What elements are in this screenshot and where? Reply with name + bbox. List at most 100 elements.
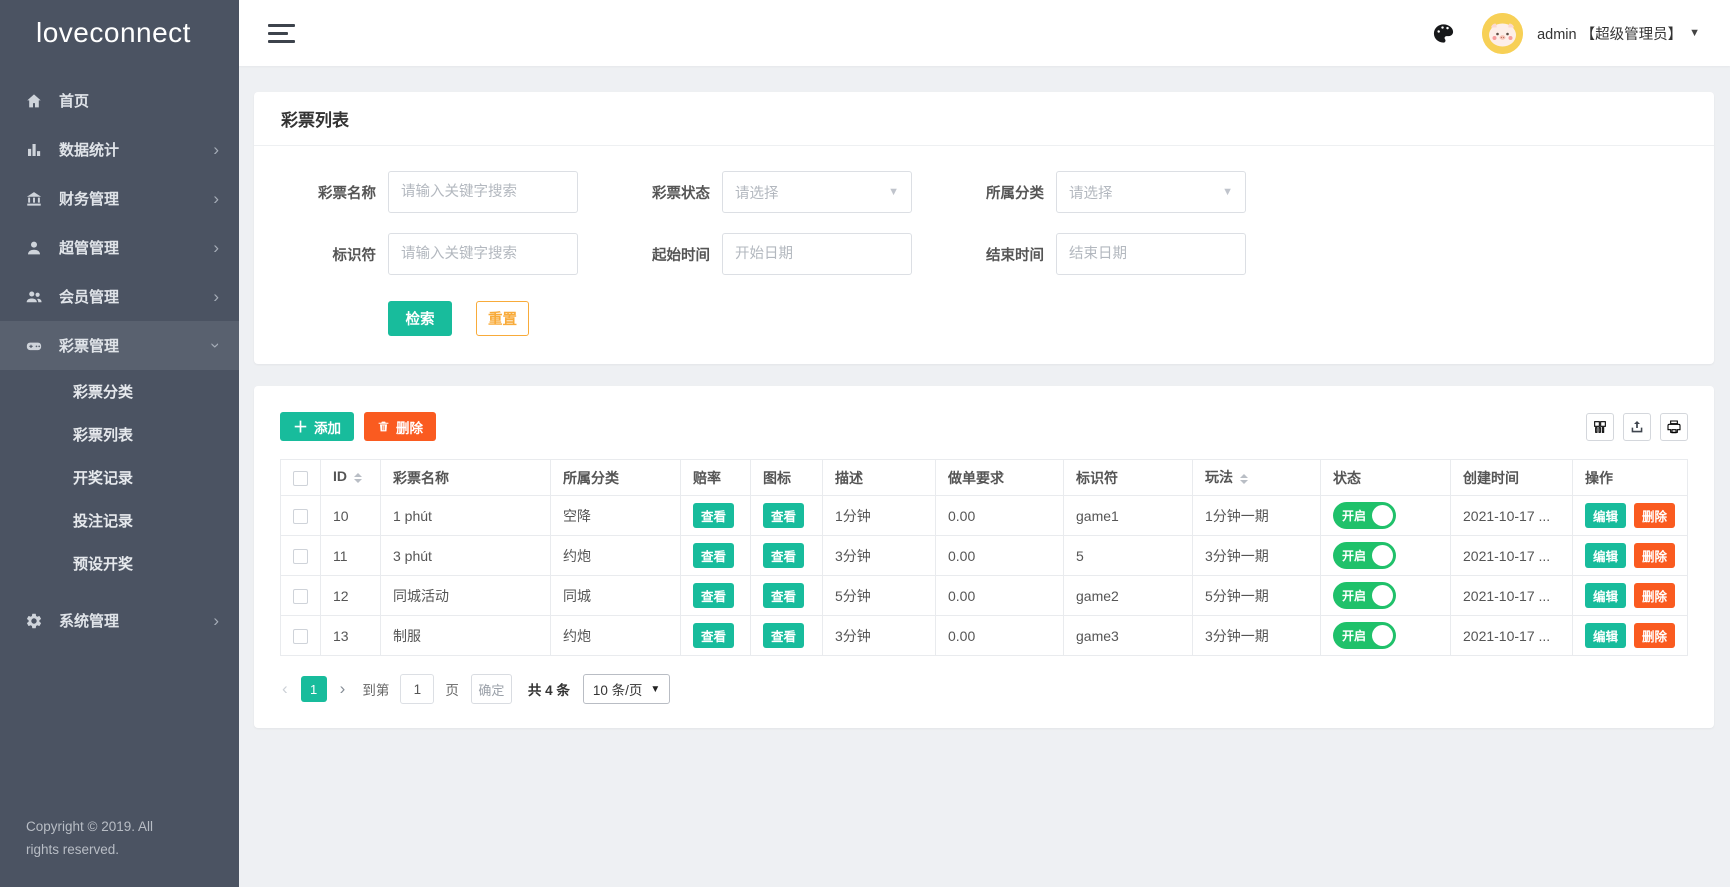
cell-play: 3分钟一期 (1193, 616, 1321, 656)
row-checkbox[interactable] (293, 509, 308, 524)
confirm-page-button[interactable]: 确定 (471, 674, 512, 704)
chevron-down-icon: › (208, 343, 225, 349)
end-date-input[interactable] (1056, 233, 1246, 275)
row-delete-button[interactable]: 删除 (1634, 543, 1675, 568)
cell-demand: 0.00 (936, 576, 1064, 616)
plus-icon: ＋ (293, 416, 308, 437)
reset-button[interactable]: 重置 (476, 301, 529, 336)
chevron-right-icon: › (213, 612, 219, 629)
add-button[interactable]: ＋ 添加 (280, 412, 354, 441)
row-delete-button[interactable]: 删除 (1634, 583, 1675, 608)
sidebar-item-superadmin[interactable]: 超管管理 › (0, 223, 239, 272)
edit-button[interactable]: 编辑 (1585, 543, 1626, 568)
menu-toggle-icon[interactable] (268, 24, 296, 43)
main-area: admin 【超级管理员】 ▼ 彩票列表 彩票名称 彩票状态 请选择 (239, 0, 1730, 887)
total-count-label: 共 4 条 (528, 679, 570, 699)
lottery-status-select[interactable]: 请选择 ▼ (722, 171, 912, 213)
per-page-select[interactable]: 10 条/页 ▼ (583, 674, 670, 704)
col-id[interactable]: ID (321, 460, 381, 496)
trash-icon (377, 420, 390, 433)
delete-button[interactable]: 删除 (364, 412, 436, 441)
user-icon (24, 238, 44, 258)
lottery-table: ID 彩票名称 所属分类 赔率 图标 描述 做单要求 标识符 玩法 状态 创建时… (280, 459, 1688, 656)
next-page-icon[interactable]: › (340, 679, 346, 699)
cell-id: 10 (321, 496, 381, 536)
cell-name: 同城活动 (381, 576, 551, 616)
sidebar-item-lottery[interactable]: 彩票管理 › (0, 321, 239, 370)
user-avatar[interactable] (1482, 13, 1523, 54)
cell-category: 空降 (551, 496, 681, 536)
gear-icon (24, 611, 44, 631)
chevron-right-icon: › (213, 190, 219, 207)
start-date-input[interactable] (722, 233, 912, 275)
table-header-row: ID 彩票名称 所属分类 赔率 图标 描述 做单要求 标识符 玩法 状态 创建时… (281, 460, 1688, 496)
sidebar-item-statistics[interactable]: 数据统计 › (0, 125, 239, 174)
cell-desc: 3分钟 (823, 536, 936, 576)
toggle-columns-button[interactable] (1586, 413, 1614, 441)
edit-button[interactable]: 编辑 (1585, 503, 1626, 528)
search-button[interactable]: 检索 (388, 301, 452, 336)
view-odds-button[interactable]: 查看 (693, 583, 734, 608)
category-select[interactable]: 请选择 ▼ (1056, 171, 1246, 213)
sidebar-item-label: 彩票管理 (59, 335, 119, 356)
cell-created: 2021-10-17 ... (1451, 576, 1573, 616)
users-icon (24, 287, 44, 307)
status-toggle[interactable]: 开启 (1333, 542, 1396, 569)
status-toggle[interactable]: 开启 (1333, 502, 1396, 529)
lottery-name-input[interactable] (388, 171, 578, 213)
sidebar-item-finance[interactable]: 财务管理 › (0, 174, 239, 223)
submenu-item-draw-records[interactable]: 开奖记录 (0, 456, 239, 499)
row-checkbox[interactable] (293, 589, 308, 604)
view-odds-button[interactable]: 查看 (693, 543, 734, 568)
status-toggle[interactable]: 开启 (1333, 622, 1396, 649)
view-icon-button[interactable]: 查看 (763, 623, 804, 648)
filter-card: 彩票列表 彩票名称 彩票状态 请选择 ▼ (254, 92, 1714, 364)
submenu-item-lottery-list[interactable]: 彩票列表 (0, 413, 239, 456)
view-odds-button[interactable]: 查看 (693, 623, 734, 648)
sidebar-item-home[interactable]: 首页 (0, 76, 239, 125)
goto-label: 到第 (362, 679, 389, 699)
table-row: 13 制服 约炮 查看 查看 3分钟 0.00 game3 3分钟一期 开启 2… (281, 616, 1688, 656)
table-row: 12 同城活动 同城 查看 查看 5分钟 0.00 game2 5分钟一期 开启… (281, 576, 1688, 616)
edit-button[interactable]: 编辑 (1585, 583, 1626, 608)
sidebar-item-members[interactable]: 会员管理 › (0, 272, 239, 321)
theme-palette-icon[interactable] (1430, 20, 1456, 46)
page-number-input[interactable] (400, 674, 434, 704)
view-icon-button[interactable]: 查看 (763, 543, 804, 568)
col-identifier: 标识符 (1064, 460, 1193, 496)
export-button[interactable] (1623, 413, 1651, 441)
export-icon (1629, 419, 1645, 435)
cell-category: 约炮 (551, 616, 681, 656)
user-menu[interactable]: admin 【超级管理员】 (1537, 23, 1682, 44)
status-toggle[interactable]: 开启 (1333, 582, 1396, 609)
submenu-item-bet-records[interactable]: 投注记录 (0, 499, 239, 542)
row-delete-button[interactable]: 删除 (1634, 503, 1675, 528)
row-checkbox[interactable] (293, 549, 308, 564)
submenu-item-preset-draw[interactable]: 预设开奖 (0, 542, 239, 585)
col-play[interactable]: 玩法 (1193, 460, 1321, 496)
view-icon-button[interactable]: 查看 (763, 503, 804, 528)
row-delete-button[interactable]: 删除 (1634, 623, 1675, 648)
cell-play: 5分钟一期 (1193, 576, 1321, 616)
sidebar-item-system[interactable]: 系统管理 › (0, 596, 239, 645)
table-toolbar: ＋ 添加 删除 (280, 412, 1688, 441)
cell-demand: 0.00 (936, 616, 1064, 656)
delete-button-label: 删除 (396, 417, 423, 437)
cell-identifier: game1 (1064, 496, 1193, 536)
view-icon-button[interactable]: 查看 (763, 583, 804, 608)
identifier-input[interactable] (388, 233, 578, 275)
per-page-value: 10 条/页 (593, 679, 643, 699)
prev-page-icon[interactable]: ‹ (282, 679, 288, 699)
submenu-item-lottery-category[interactable]: 彩票分类 (0, 370, 239, 413)
view-odds-button[interactable]: 查看 (693, 503, 734, 528)
cell-category: 同城 (551, 576, 681, 616)
row-checkbox[interactable] (293, 629, 308, 644)
print-button[interactable] (1660, 413, 1688, 441)
caret-down-icon[interactable]: ▼ (1689, 27, 1700, 39)
chevron-down-icon: ▼ (1222, 186, 1233, 198)
select-all-checkbox[interactable] (293, 471, 308, 486)
edit-button[interactable]: 编辑 (1585, 623, 1626, 648)
page-button-1[interactable]: 1 (301, 676, 327, 702)
sidebar-item-label: 财务管理 (59, 188, 119, 209)
cell-play: 1分钟一期 (1193, 496, 1321, 536)
